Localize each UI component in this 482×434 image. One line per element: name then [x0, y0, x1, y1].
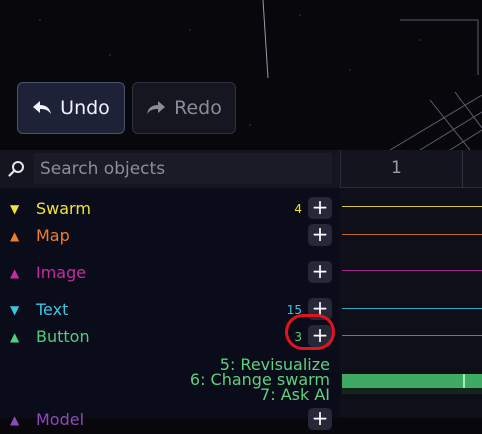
- object-label: Image: [36, 263, 87, 282]
- object-label: Text: [36, 300, 69, 319]
- object-row-image[interactable]: ▲ Image +: [0, 260, 340, 287]
- timeline-clip-shadow: [342, 388, 482, 394]
- object-row-swarm[interactable]: ▼ Swarm 4 +: [0, 196, 340, 223]
- object-row-map[interactable]: ▲ Map +: [0, 223, 340, 250]
- undo-icon: [32, 100, 52, 116]
- add-image-button[interactable]: +: [308, 261, 332, 283]
- expand-triangle-icon[interactable]: ▲: [10, 229, 19, 243]
- hint-ask-ai: 7: Ask AI: [260, 385, 330, 404]
- undo-button[interactable]: Undo: [17, 82, 125, 134]
- track-map[interactable]: [342, 234, 482, 235]
- object-label: Button: [36, 327, 90, 346]
- playhead-marker[interactable]: [463, 374, 465, 388]
- object-row-model[interactable]: ▲ Model +: [0, 407, 340, 434]
- search-icon: [8, 160, 26, 182]
- track-image[interactable]: [342, 270, 482, 271]
- add-map-button[interactable]: +: [308, 224, 332, 246]
- redo-icon: [146, 100, 166, 116]
- expand-triangle-icon[interactable]: ▲: [10, 413, 19, 427]
- collapse-triangle-icon[interactable]: ▼: [10, 303, 19, 317]
- timeline-clip-bar[interactable]: [342, 374, 482, 388]
- collapse-triangle-icon[interactable]: ▼: [10, 202, 19, 216]
- frame-divider: [462, 150, 463, 188]
- timeline-panel[interactable]: 1: [340, 150, 482, 418]
- track-button[interactable]: [342, 335, 482, 336]
- annotation-circle: [285, 314, 335, 350]
- redo-button[interactable]: Redo: [132, 82, 236, 134]
- redo-label: Redo: [174, 97, 222, 119]
- expand-triangle-icon[interactable]: ▲: [10, 266, 19, 280]
- object-label: Model: [36, 410, 85, 429]
- search-bar: [0, 150, 340, 188]
- track-text[interactable]: [342, 308, 482, 309]
- add-swarm-button[interactable]: +: [308, 197, 332, 219]
- object-count: 4: [294, 202, 302, 216]
- track-swarm[interactable]: [342, 206, 482, 207]
- add-model-button[interactable]: +: [308, 408, 332, 430]
- object-label: Map: [36, 226, 70, 245]
- expand-triangle-icon[interactable]: ▲: [10, 330, 19, 344]
- frame-number: 1: [391, 158, 402, 178]
- object-label: Swarm: [36, 199, 91, 218]
- timeline-header: 1: [340, 150, 482, 188]
- undo-label: Undo: [60, 97, 110, 119]
- search-input[interactable]: [34, 153, 332, 184]
